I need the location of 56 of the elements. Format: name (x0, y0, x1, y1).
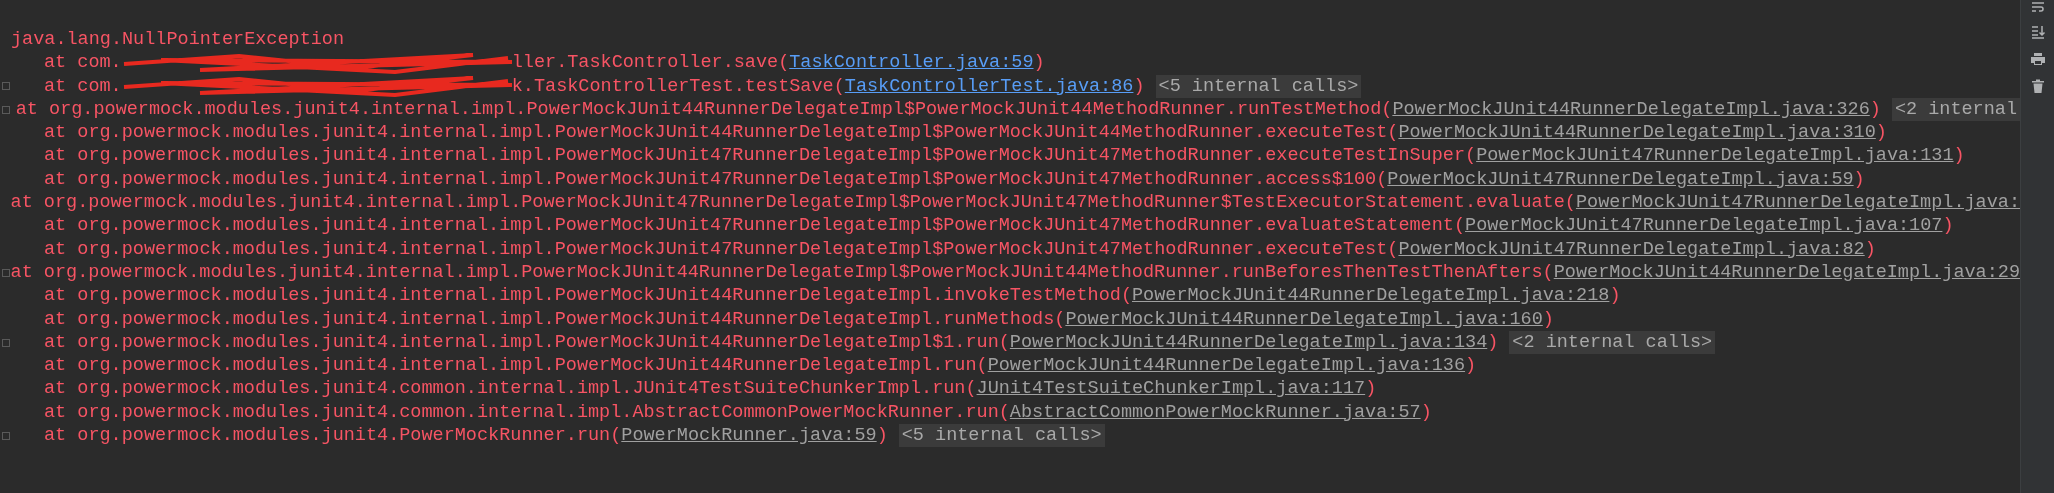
stack-frame-text: ) (1942, 214, 1954, 238)
internal-calls-fold[interactable]: <5 internal calls> (1155, 74, 1362, 98)
stack-frame-text: at org.powermock.modules.junit4.internal.impl.PowerMockJUnit44RunnerDelegateImpl.run( (44, 354, 988, 378)
stack-frame-text: at org.powermock.modules.junit4.internal.impl.PowerMockJUnit44RunnerDelegateImpl$PowerMockJUnit44MethodRunner.runBeforesThenTestThenAfters( (10, 260, 1554, 285)
source-link[interactable]: PowerMockJUnit47RunnerDelegateImpl.java:59 (1387, 167, 1854, 192)
source-link[interactable]: PowerMockJUnit44RunnerDelegateImpl.java:136 (987, 354, 1466, 378)
stack-frame-text: ) (1033, 51, 1045, 75)
source-link[interactable]: PowerMockJUnit44RunnerDelegateImpl.java:29 (1553, 260, 2020, 285)
stack-frame-text: at com. (44, 51, 122, 75)
source-link[interactable]: PowerMockJUnit44RunnerDelegateImpl.java:134 (1009, 330, 1488, 355)
stack-frame-text: at org.powermock.modules.junit4.common.internal.impl.AbstractCommonPowerMockRunner.run( (44, 400, 1010, 425)
source-link[interactable]: TaskControllerTest.java:86 (844, 74, 1134, 98)
stack-frame-text: k.TaskControllerTest.testSave( (511, 74, 845, 98)
stack-frame-text: ) (876, 424, 888, 448)
source-link[interactable]: PowerMockJUnit47RunnerDelegateImpl.java: (1575, 191, 2020, 215)
internal-calls-fold[interactable]: <2 internal (1891, 97, 2020, 122)
stack-frame-text: at org.powermock.modules.junit4.internal.impl.PowerMockJUnit44RunnerDelegateImpl.invokeTestMethod( (44, 284, 1132, 308)
stack-frame-text: ) (1487, 330, 1499, 355)
stack-frame-text: ) (1864, 237, 1876, 261)
source-link[interactable]: TaskController.java:59 (789, 51, 1034, 75)
source-link[interactable]: PowerMockJUnit47RunnerDelegateImpl.java:82 (1398, 237, 1865, 261)
stack-frame-text: ller.TaskController.save( (511, 51, 790, 75)
stack-frame-text: ) (1875, 121, 1887, 145)
stack-frame-text: at org.powermock.modules.junit4.internal.impl.PowerMockJUnit47RunnerDelegateImpl$PowerMockJUnit47MethodRunner.executeTest( (44, 237, 1399, 261)
source-link[interactable]: PowerMockJUnit44RunnerDelegateImpl.java:160 (1065, 307, 1543, 331)
stack-frame-text: at org.powermock.modules.junit4.internal.impl.PowerMockJUnit44RunnerDelegateImpl$1.run( (44, 330, 1010, 355)
source-link[interactable]: JUnit4TestSuiteChunkerImpl.java:117 (976, 377, 1366, 401)
stack-frame-text: ) (1542, 307, 1554, 331)
source-link[interactable]: AbstractCommonPowerMockRunner.java:57 (1009, 400, 1421, 425)
stack-frame-text: at org.powermock.modules.junit4.internal.impl.PowerMockJUnit47RunnerDelegateImpl$PowerMockJUnit47MethodRunner.evaluateStatement( (44, 214, 1466, 238)
source-link[interactable]: PowerMockRunner.java:59 (621, 424, 877, 448)
stack-frame-text: ) (1133, 74, 1145, 98)
stack-frame-text: at org.powermock.modules.junit4.internal.impl.PowerMockJUnit44RunnerDelegateImpl.runMethods( (44, 307, 1066, 331)
stack-frame-text: at org.powermock.modules.junit4.internal.impl.PowerMockJUnit44RunnerDelegateImpl$PowerMockJUnit44MethodRunner.runTestMethod( (15, 97, 1393, 122)
source-link[interactable]: PowerMockJUnit44RunnerDelegateImpl.java:218 (1132, 284, 1610, 308)
stack-frame-text: at org.powermock.modules.junit4.internal.impl.PowerMockJUnit47RunnerDelegateImpl$PowerMockJUnit47MethodRunner$TestExecutorStatement.evaluate( (10, 191, 1576, 215)
source-link[interactable]: PowerMockJUnit44RunnerDelegateImpl.java:326 (1392, 97, 1870, 122)
stack-frame-text: ) (1609, 284, 1621, 308)
source-link[interactable]: PowerMockJUnit44RunnerDelegateImpl.java:310 (1398, 121, 1876, 145)
internal-calls-fold[interactable]: <2 internal calls> (1509, 330, 1716, 355)
stack-frame-text: at org.powermock.modules.junit4.common.internal.impl.JUnit4TestSuiteChunkerImpl.run( (44, 377, 977, 401)
stack-frame-text: at org.powermock.modules.junit4.internal.impl.PowerMockJUnit47RunnerDelegateImpl$PowerMockJUnit47MethodRunner.access$100( (44, 167, 1388, 192)
stack-frame-text: ) (1365, 377, 1377, 401)
stack-frame-text: at org.powermock.modules.junit4.PowerMockRunner.run( (44, 424, 622, 448)
stack-frame-text: ) (1869, 97, 1881, 122)
stack-frame-text: java.lang.NullPointerException (11, 28, 345, 52)
stack-frame-text: ) (1853, 167, 1865, 192)
stack-frame-text: at org.powermock.modules.junit4.internal.impl.PowerMockJUnit47RunnerDelegateImpl$PowerMockJUnit47MethodRunner.executeTestInSuper( (44, 144, 1477, 168)
internal-calls-fold[interactable]: <5 internal calls> (898, 424, 1105, 448)
source-link[interactable]: PowerMockJUnit47RunnerDelegateImpl.java:107 (1465, 214, 1943, 238)
stack-frame-text: ) (1953, 144, 1965, 168)
stack-frame-text: ) (1465, 354, 1477, 378)
stack-frame-text: ) (1420, 400, 1432, 425)
stack-frame-text: at com. (44, 74, 122, 98)
source-link[interactable]: PowerMockJUnit47RunnerDelegateImpl.java:131 (1476, 144, 1954, 168)
stack-frame-text: at org.powermock.modules.junit4.internal.impl.PowerMockJUnit44RunnerDelegateImpl$PowerMockJUnit44MethodRunner.executeTest( (44, 121, 1399, 145)
